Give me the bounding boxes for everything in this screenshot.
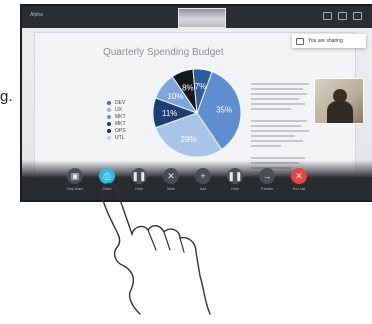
touch-panel-device: Alpha Quarterly Spending Budget DEV UX M… <box>20 4 372 202</box>
legend-dot <box>107 135 111 140</box>
pie-chart: 35% 29% 11% 10%8% 7% <box>152 68 242 158</box>
touch-screen: Alpha Quarterly Spending Budget DEV UX M… <box>22 6 372 200</box>
share-icon <box>353 12 362 20</box>
hand-pointer-illustration <box>100 182 211 315</box>
top-bar-label: Alpha <box>30 12 43 18</box>
self-view-thumbnail[interactable] <box>178 8 226 28</box>
legend-dot <box>107 114 111 119</box>
camera-icon <box>338 12 347 20</box>
sharing-notification: You are sharing <box>292 34 366 48</box>
legend-dot <box>107 107 111 112</box>
legend-item: OPS <box>107 127 126 134</box>
pie-data-label: 8% <box>182 83 194 92</box>
slide-body-text <box>251 83 311 172</box>
legend-label: UX <box>115 106 122 113</box>
background-text-fragment: g. <box>0 88 13 105</box>
mic-icon <box>323 12 332 20</box>
legend-item: DEV <box>107 99 126 106</box>
legend-label: DEV <box>115 99 126 106</box>
screen-share-icon <box>296 38 304 45</box>
top-bar: Alpha <box>22 6 372 28</box>
legend-item: UX <box>107 106 126 113</box>
legend-dot <box>107 100 111 105</box>
remote-video-pip[interactable] <box>314 78 364 124</box>
pie-data-label: 11% <box>162 109 177 118</box>
legend-label: MKT <box>115 113 126 120</box>
pie-data-label: 10% <box>167 92 183 101</box>
legend-item: UTL <box>107 134 126 141</box>
end-call-button[interactable]: ✕ End call <box>288 168 310 191</box>
shared-presentation-slide: Quarterly Spending Budget DEV UX MKT MKT <box>34 32 356 180</box>
close-icon: ✕ <box>291 168 307 184</box>
legend-dot <box>107 128 111 133</box>
legend-item: MKT <box>107 120 126 127</box>
stop-share-button[interactable]: ▣ Stop share <box>64 168 86 191</box>
pie-data-label: 35% <box>216 106 232 115</box>
slide-title: Quarterly Spending Budget <box>103 47 224 58</box>
toolbar-button-label: Transfer <box>260 187 274 191</box>
share-icon: ▣ <box>67 168 83 184</box>
participant-body <box>327 101 353 123</box>
legend-item: MKT <box>107 113 126 120</box>
pie-data-label: 29% <box>180 135 196 144</box>
legend-dot <box>107 121 111 126</box>
legend-label: UTL <box>115 134 125 141</box>
arrow-icon: → <box>259 168 275 184</box>
legend-label: MKT <box>115 120 126 127</box>
sharing-notification-text: You are sharing <box>308 38 343 44</box>
legend-label: OPS <box>115 127 126 134</box>
status-icons <box>323 12 362 20</box>
pie-data-label: 7% <box>195 82 207 91</box>
chart-legend: DEV UX MKT MKT OPS UTL <box>107 99 126 141</box>
toolbar-button-label: Stop share <box>66 187 84 191</box>
transfer-button[interactable]: → Transfer <box>256 168 278 191</box>
toolbar-button-label: End call <box>292 187 306 191</box>
